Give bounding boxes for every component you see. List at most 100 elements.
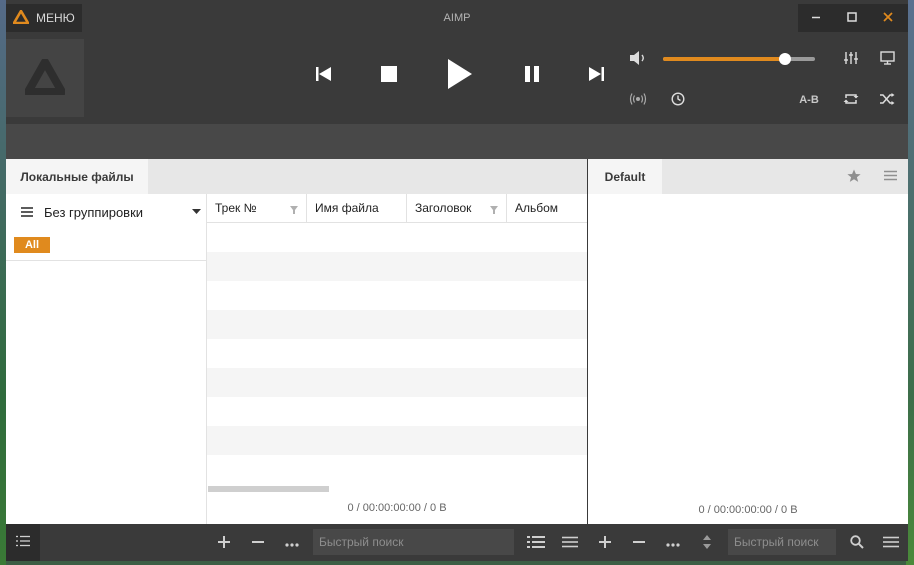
remove-files-button[interactable] [247, 532, 269, 554]
stop-icon [381, 65, 397, 85]
filter-all-tag[interactable]: All [14, 237, 50, 253]
plus-icon [598, 535, 612, 552]
clock-icon [671, 91, 685, 109]
playlist-manager-button[interactable] [879, 532, 903, 554]
column-label: Заголовок [415, 201, 472, 215]
minimize-button[interactable] [798, 4, 834, 32]
minus-icon [251, 535, 265, 552]
playlist-tab-bar: Default [588, 159, 908, 194]
volume-level [663, 57, 785, 61]
table-row [207, 426, 587, 455]
column-header-title[interactable]: Заголовок [407, 194, 507, 222]
playlist-more-button[interactable] [662, 532, 684, 554]
library-status: 0 / 00:00:00:00 / 0 B [347, 502, 447, 514]
add-files-button[interactable] [213, 532, 235, 554]
play-icon [447, 58, 473, 93]
mute-button[interactable] [626, 49, 650, 69]
aimp-window: AIMP МЕНЮ A-B Локальные файлы Без группи… [6, 0, 908, 561]
volume-thumb[interactable] [778, 53, 791, 65]
library-table: Трек № Имя файла Заголовок Альбом 0 / 00… [207, 194, 587, 524]
hamburger-icon [883, 170, 897, 184]
toggle-library-button[interactable] [6, 524, 40, 561]
playlist-menu-button[interactable] [880, 167, 900, 187]
repeat-icon [843, 92, 859, 109]
filter-icon[interactable] [490, 203, 498, 217]
equalizer-icon [843, 51, 859, 68]
shuffle-button[interactable] [876, 90, 898, 110]
chevron-down-icon [192, 209, 201, 215]
view-mode-button[interactable] [524, 532, 548, 554]
table-row [207, 281, 587, 310]
remove-from-playlist-button[interactable] [628, 532, 650, 554]
playlist-search-input[interactable] [728, 529, 836, 555]
stop-button[interactable] [373, 59, 405, 91]
maximize-icon [846, 11, 858, 26]
table-row [207, 252, 587, 281]
library-search-input[interactable] [313, 529, 514, 555]
volume-slider[interactable] [663, 53, 815, 65]
tab-local-files[interactable]: Локальные файлы [6, 159, 148, 194]
filter-icon[interactable] [290, 203, 298, 217]
close-icon [882, 11, 894, 26]
aimp-logo-icon [12, 9, 30, 27]
bottom-toolbar [6, 524, 908, 561]
next-button[interactable] [580, 59, 612, 91]
grouping-selector[interactable]: Без группировки [6, 194, 206, 230]
broadcast-icon [629, 92, 647, 109]
playlist-status: 0 / 00:00:00:00 / 0 B [698, 504, 798, 516]
play-button[interactable] [438, 53, 482, 97]
horizontal-scrollbar[interactable] [208, 486, 329, 492]
list-icon [15, 535, 31, 550]
tab-default-playlist[interactable]: Default [588, 159, 662, 194]
window-title: AIMP [443, 12, 471, 24]
library-menu-button[interactable] [558, 532, 582, 554]
table-row [207, 397, 587, 426]
star-icon [847, 169, 861, 186]
track-info-bar [6, 124, 908, 159]
repeat-button[interactable] [840, 90, 862, 110]
pause-icon [524, 65, 540, 85]
ab-repeat-button[interactable]: A-B [796, 90, 822, 110]
playlist-panel: Default 0 / 00:00:00:00 / 0 B [588, 159, 908, 524]
more-icon [285, 536, 299, 550]
table-row [207, 368, 587, 397]
player-area: A-B [6, 35, 908, 124]
plus-icon [217, 535, 231, 552]
equalizer-button[interactable] [840, 49, 862, 69]
hamburger-icon [883, 536, 899, 551]
more-options-button[interactable] [281, 532, 303, 554]
pause-button[interactable] [516, 59, 548, 91]
radio-button[interactable] [626, 90, 650, 110]
favorite-button[interactable] [844, 167, 864, 187]
add-to-playlist-button[interactable] [594, 532, 616, 554]
column-header-file-name[interactable]: Имя файла [307, 194, 407, 222]
menu-button[interactable]: МЕНЮ [6, 4, 82, 32]
minus-icon [632, 535, 646, 552]
visualization-button[interactable] [876, 49, 898, 69]
maximize-button[interactable] [834, 4, 870, 32]
column-header-album[interactable]: Альбом [507, 194, 587, 222]
table-body [207, 223, 587, 455]
hamburger-icon [562, 536, 578, 551]
previous-button[interactable] [308, 59, 340, 91]
table-row [207, 339, 587, 368]
close-button[interactable] [870, 4, 906, 32]
monitor-icon [879, 50, 895, 68]
more-icon [666, 536, 680, 550]
ab-repeat-label: A-B [799, 94, 819, 106]
window-controls [798, 4, 908, 32]
grouping-label: Без группировки [44, 204, 144, 220]
search-button[interactable] [846, 532, 868, 554]
column-label: Альбом [515, 201, 559, 215]
timer-button[interactable] [667, 90, 689, 110]
divider [6, 260, 206, 261]
aimp-logo-icon [24, 57, 66, 98]
column-label: Имя файла [315, 201, 379, 215]
table-header: Трек № Имя файла Заголовок Альбом [207, 194, 587, 223]
title-bar[interactable]: AIMP МЕНЮ [6, 0, 908, 35]
sort-button[interactable] [696, 530, 718, 556]
search-icon [850, 534, 864, 552]
minimize-icon [810, 11, 822, 26]
hamburger-icon [20, 206, 34, 218]
column-header-track-number[interactable]: Трек № [207, 194, 307, 222]
